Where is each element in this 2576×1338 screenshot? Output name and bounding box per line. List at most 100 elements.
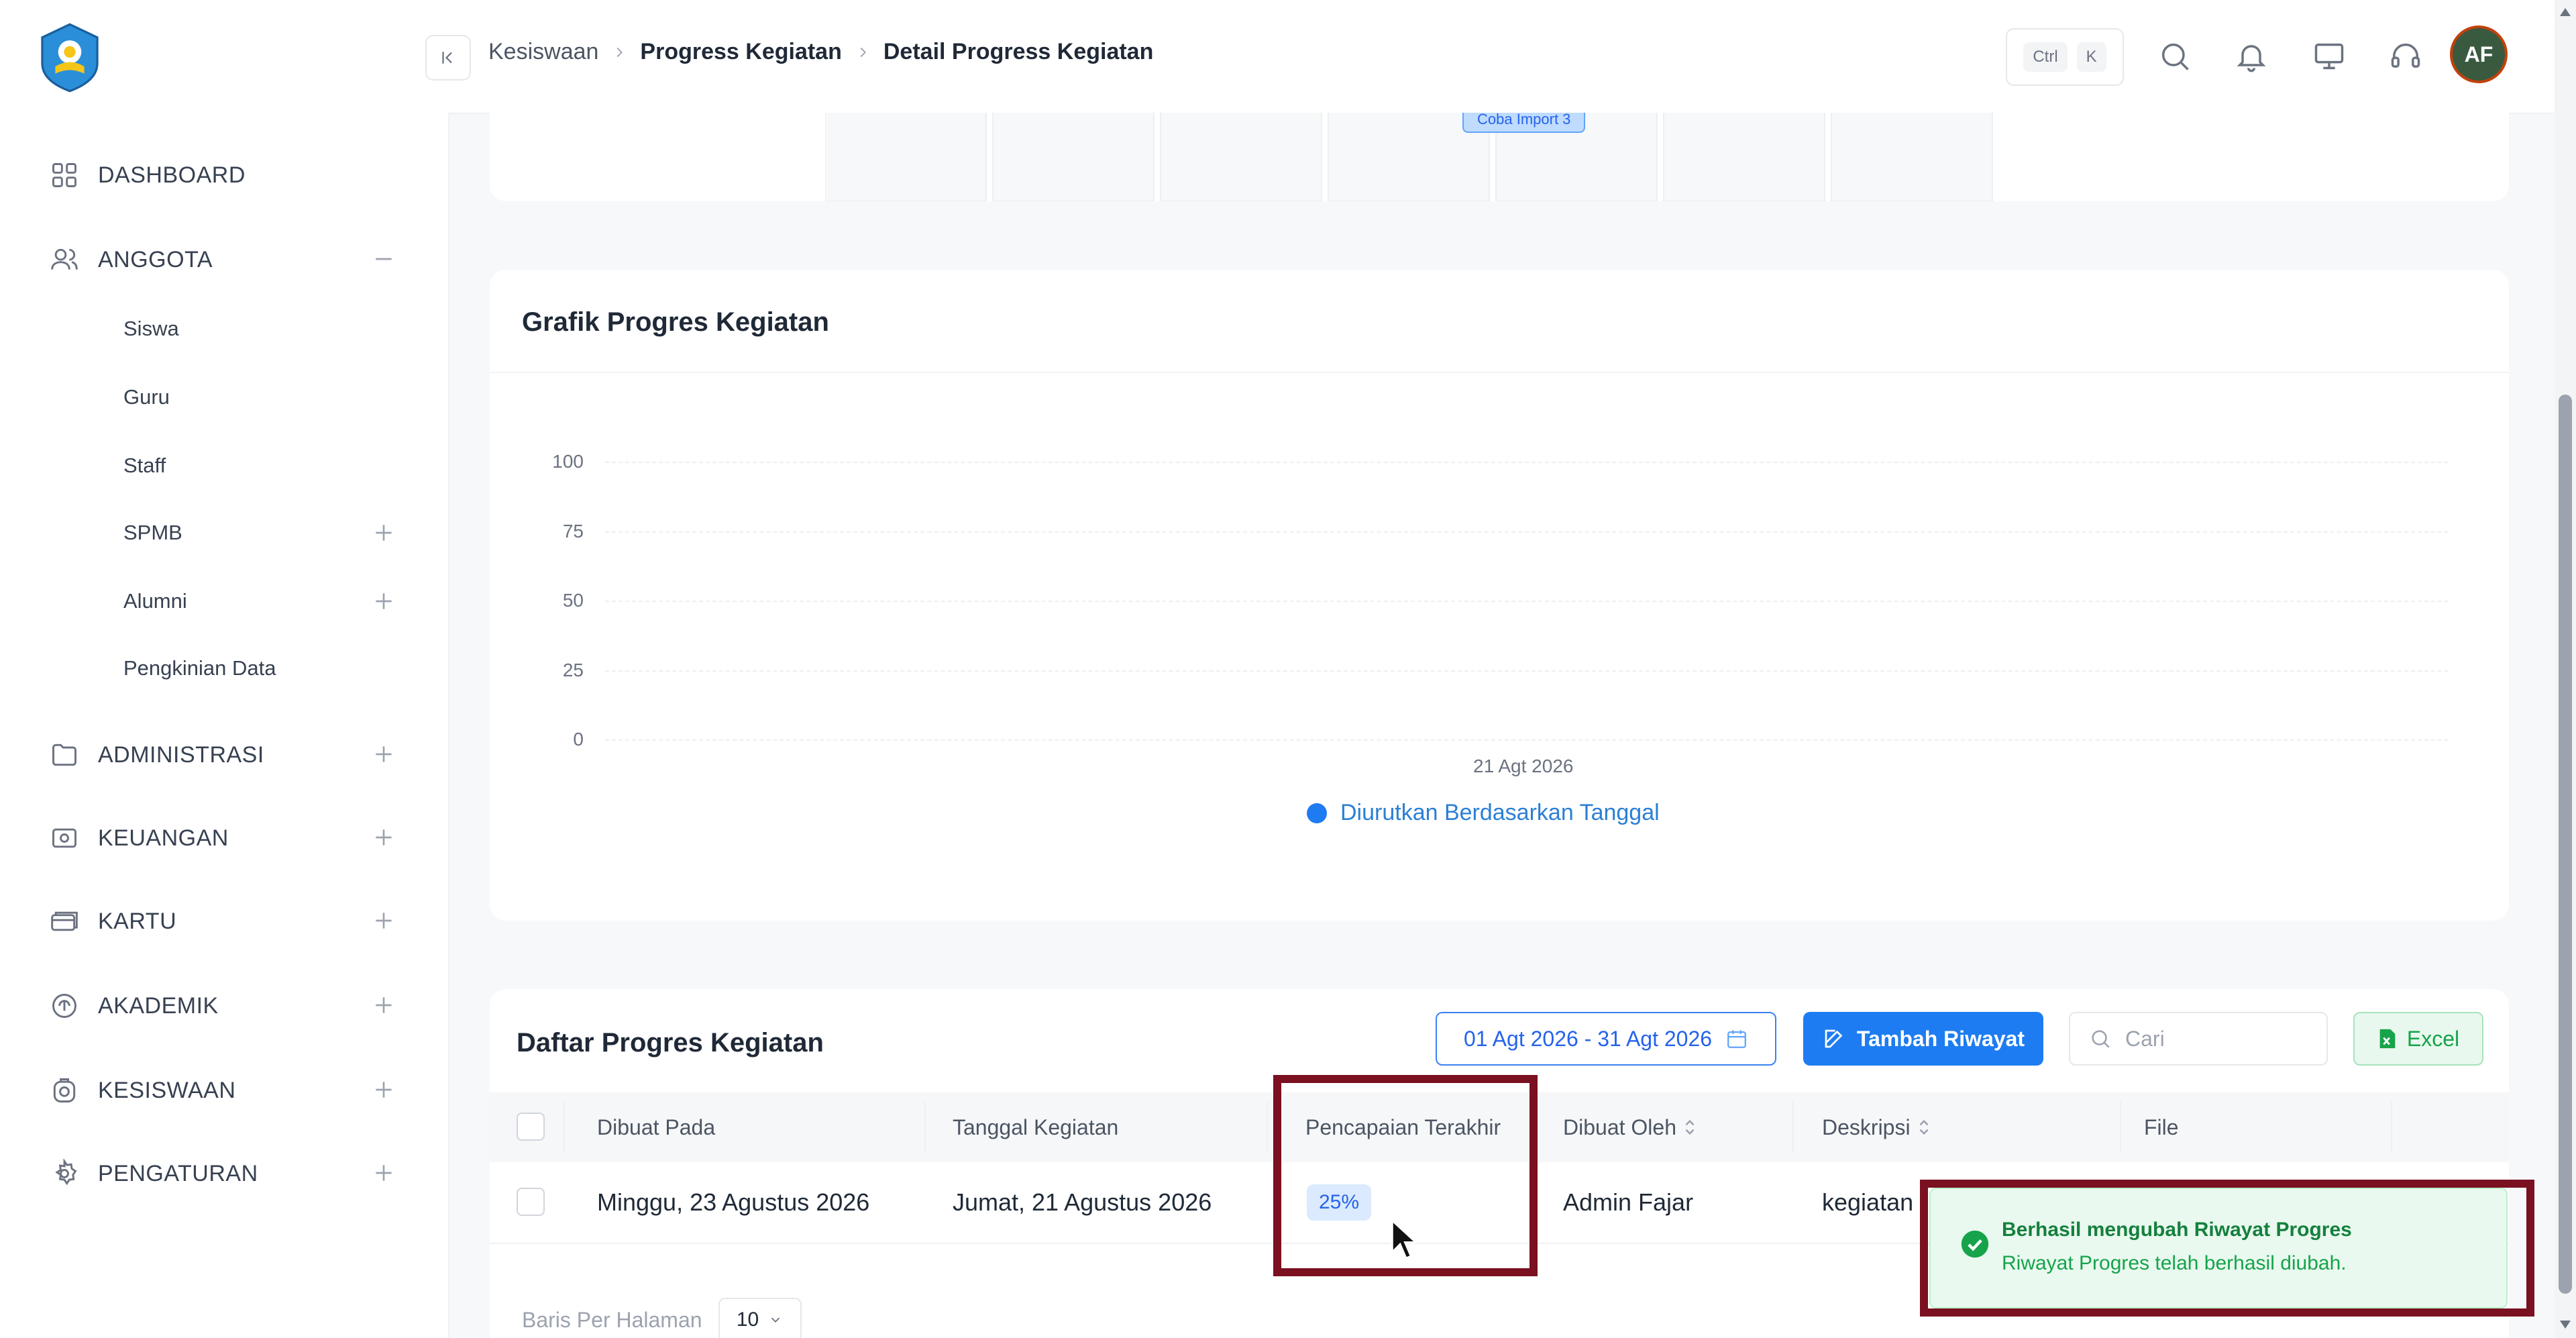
y-tick-label: 100 [552, 451, 584, 472]
excel-file-icon [2379, 1029, 2396, 1049]
column-separator [924, 1102, 926, 1153]
sidebar-subitem-siswa[interactable]: Siswa [123, 307, 397, 350]
column-separator [1267, 1102, 1268, 1153]
table-header: Dibuat Pada Tanggal Kegiatan Pencapaian … [490, 1092, 2509, 1162]
column-header-pencapaian-terakhir[interactable]: Pencapaian Terakhir [1305, 1092, 1501, 1162]
edit-icon [1825, 1029, 1843, 1048]
bell-icon[interactable] [2234, 39, 2269, 74]
column-header-label: Dibuat Pada [597, 1115, 716, 1139]
y-tick-label: 25 [562, 659, 584, 680]
date-range-value: 01 Agt 2026 - 31 Agt 2026 [1463, 1026, 1713, 1051]
sidebar-item-label: DASHBOARD [98, 162, 246, 188]
column-header-deskripsi[interactable]: Deskripsi [1822, 1092, 1931, 1162]
plus-icon[interactable] [370, 519, 397, 546]
sidebar-item-label: ANGGOTA [98, 246, 213, 272]
collapse-left-icon [442, 52, 452, 64]
rows-per-page-select[interactable]: 10 [718, 1298, 802, 1338]
y-tick-label: 0 [573, 729, 584, 750]
monitor-icon[interactable] [2312, 39, 2347, 74]
sidebar-item-label: KARTU [98, 908, 177, 934]
scrollbar[interactable] [2555, 0, 2576, 1338]
sidebar-subitem-label: Pengkinian Data [123, 656, 276, 680]
select-all-checkbox[interactable] [517, 1113, 545, 1141]
table-title: Daftar Progres Kegiatan [517, 1028, 824, 1058]
column-separator [2120, 1102, 2121, 1153]
rows-per-page-value: 10 [736, 1308, 759, 1331]
top-header: Kesiswaan Progress Kegiatan Detail Progr… [425, 0, 2555, 114]
sidebar-item-akademik[interactable]: AKADEMIK [48, 982, 397, 1029]
sidebar-item-kesiswaan[interactable]: KESISWAAN [48, 1067, 397, 1114]
main-content: Coba Import 3 Grafik Progres Kegiatan 10… [448, 113, 2555, 1338]
date-range-picker[interactable]: 01 Agt 2026 - 31 Agt 2026 [1436, 1012, 1776, 1066]
sidebar-item-keuangan[interactable]: KEUANGAN [48, 815, 397, 862]
sidebar-subitem-guru[interactable]: Guru [123, 376, 397, 419]
toast-message: Riwayat Progres telah berhasil diubah. [2002, 1252, 2347, 1274]
tut-wuri-handayani-logo[interactable] [34, 21, 106, 94]
sidebar-subitem-pengkinian-data[interactable]: Pengkinian Data [123, 647, 397, 690]
cell-dibuat-pada: Minggu, 23 Agustus 2026 [597, 1188, 870, 1216]
sidebar-item-anggota[interactable]: ANGGOTA [48, 236, 397, 283]
calendar-icon [1727, 1030, 1746, 1048]
sidebar-item-label: AKADEMIK [98, 992, 219, 1019]
minus-icon[interactable] [370, 246, 397, 272]
scroll-up-icon[interactable] [2557, 4, 2573, 20]
divider [490, 372, 2509, 373]
plus-icon[interactable] [370, 1160, 397, 1186]
sidebar-subitem-spmb[interactable]: SPMB [123, 511, 397, 554]
plus-icon[interactable] [370, 1076, 397, 1103]
export-excel-button[interactable]: Excel [2353, 1012, 2483, 1066]
legend-dot-icon [1307, 803, 1327, 823]
breadcrumb: Kesiswaan Progress Kegiatan Detail Progr… [488, 39, 1153, 65]
plus-icon[interactable] [370, 824, 397, 851]
column-header-label: Dibuat Oleh [1563, 1115, 1676, 1139]
add-history-button[interactable]: Tambah Riwayat [1803, 1012, 2043, 1066]
command-palette-shortcut[interactable]: Ctrl K [2006, 28, 2124, 86]
sidebar-item-pengaturan[interactable]: PENGATURAN [48, 1150, 397, 1197]
sidebar-item-kartu[interactable]: KARTU [48, 898, 397, 945]
y-tick-label: 50 [562, 590, 584, 611]
plus-icon[interactable] [370, 588, 397, 615]
scrollbar-thumb[interactable] [2559, 395, 2572, 1294]
scroll-down-icon[interactable] [2557, 1317, 2573, 1333]
headset-icon[interactable] [2388, 39, 2423, 74]
chevron-right-icon [860, 47, 866, 57]
success-toast: Berhasil mengubah Riwayat Progres Riwaya… [1929, 1188, 2508, 1308]
column-header-label: Pencapaian Terakhir [1305, 1115, 1501, 1139]
sidebar-subitem-staff[interactable]: Staff [123, 444, 397, 487]
grid-icon [48, 159, 80, 191]
column-header-file[interactable]: File [2144, 1092, 2179, 1162]
column-header-dibuat-pada[interactable]: Dibuat Pada [597, 1092, 715, 1162]
grid-line [605, 462, 2449, 463]
sidebar-subitem-label: Siswa [123, 317, 179, 340]
search-icon[interactable] [2157, 39, 2192, 74]
sidebar: DASHBOARD ANGGOTA Siswa Guru Staff SPMB … [0, 0, 449, 1338]
collapse-sidebar-button[interactable] [425, 35, 471, 81]
plus-icon[interactable] [370, 741, 397, 768]
column-header-dibuat-oleh[interactable]: Dibuat Oleh [1563, 1092, 1697, 1162]
cell-deskripsi: kegiatan [1822, 1188, 1914, 1216]
plus-icon[interactable] [370, 907, 397, 934]
sidebar-item-label: PENGATURAN [98, 1160, 258, 1186]
breadcrumb-kesiswaan[interactable]: Kesiswaan [488, 39, 598, 65]
sidebar-item-administrasi[interactable]: ADMINISTRASI [48, 731, 397, 778]
breadcrumb-progress-kegiatan[interactable]: Progress Kegiatan [640, 39, 841, 65]
column-header-tanggal-kegiatan[interactable]: Tanggal Kegiatan [953, 1092, 1118, 1162]
column-separator [2391, 1102, 2392, 1153]
user-avatar[interactable]: AF [2450, 25, 2508, 83]
sidebar-item-dashboard[interactable]: DASHBOARD [48, 152, 397, 199]
summary-card: Coba Import 3 [490, 113, 2509, 201]
search-field[interactable] [2069, 1012, 2328, 1066]
search-input[interactable] [2124, 1025, 2301, 1052]
column-header-label: File [2144, 1115, 2179, 1139]
row-checkbox[interactable] [517, 1188, 545, 1216]
legend-item[interactable]: Diurutkan Berdasarkan Tanggal [1307, 800, 1660, 826]
plus-icon[interactable] [370, 992, 397, 1019]
cell-dibuat-oleh: Admin Fajar [1563, 1188, 1694, 1216]
y-tick-label: 75 [562, 520, 584, 542]
sidebar-item-label: KEUANGAN [98, 825, 229, 851]
import-button[interactable]: Coba Import 3 [1462, 113, 1586, 133]
search-icon [2092, 1030, 2110, 1048]
sort-icon [1919, 1119, 1929, 1135]
check-circle-icon [1961, 1230, 1989, 1258]
sidebar-subitem-alumni[interactable]: Alumni [123, 580, 397, 623]
